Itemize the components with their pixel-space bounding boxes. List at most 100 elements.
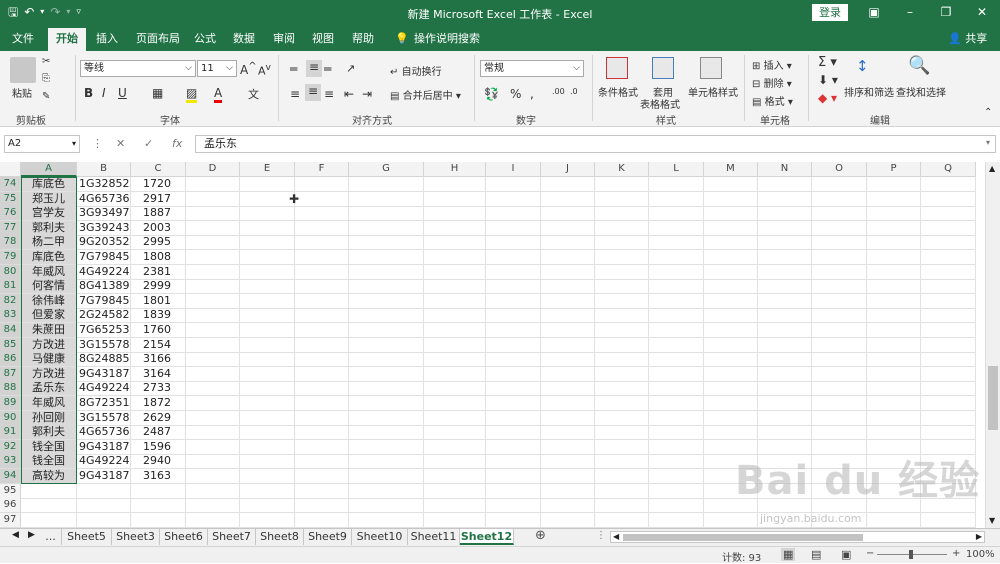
cell-empty[interactable]	[921, 410, 976, 426]
scroll-up-icon[interactable]: ▲	[989, 164, 995, 173]
cell-empty[interactable]	[486, 206, 541, 222]
cell-empty[interactable]	[295, 396, 349, 411]
cell-empty[interactable]	[424, 337, 486, 353]
cell-empty[interactable]	[867, 512, 921, 528]
cell-empty[interactable]	[921, 366, 976, 382]
cell-empty[interactable]	[186, 352, 240, 368]
cell-empty[interactable]	[867, 410, 921, 426]
cell-empty[interactable]	[186, 381, 240, 397]
row-header[interactable]: 81	[0, 279, 21, 295]
cell-value[interactable]: 2733	[131, 381, 186, 397]
cell-empty[interactable]	[541, 454, 595, 470]
cell-empty[interactable]	[486, 191, 541, 207]
cell-empty[interactable]	[867, 293, 921, 309]
align-top-icon[interactable]: ═	[290, 62, 297, 76]
cell-empty[interactable]	[758, 323, 812, 338]
row-header[interactable]: 97	[0, 512, 21, 528]
cell-empty[interactable]	[424, 454, 486, 470]
cell-empty[interactable]	[649, 308, 704, 324]
cell-code[interactable]	[77, 512, 131, 528]
cell-empty[interactable]	[295, 177, 349, 192]
cell-empty[interactable]	[424, 264, 486, 280]
cell-empty[interactable]	[649, 425, 704, 441]
tab-page-layout[interactable]: 页面布局	[136, 31, 180, 46]
row-header[interactable]: 93	[0, 454, 21, 470]
decrease-decimal-icon[interactable]: .0	[570, 87, 578, 96]
cell-empty[interactable]	[349, 498, 424, 514]
cell-name[interactable]	[21, 483, 77, 499]
cell-empty[interactable]	[812, 264, 867, 280]
cell-empty[interactable]	[812, 177, 867, 192]
cell-empty[interactable]	[240, 264, 295, 280]
cell-empty[interactable]	[295, 352, 349, 368]
cell-empty[interactable]	[595, 439, 649, 455]
cell-empty[interactable]	[240, 206, 295, 222]
cell-value[interactable]: 1760	[131, 323, 186, 338]
cell-empty[interactable]	[541, 264, 595, 280]
cell-empty[interactable]	[595, 293, 649, 309]
cell-value[interactable]: 1808	[131, 250, 186, 265]
cell-empty[interactable]	[424, 323, 486, 338]
cell-empty[interactable]	[240, 425, 295, 441]
cell-empty[interactable]	[424, 279, 486, 295]
cell-empty[interactable]	[867, 206, 921, 222]
cell-empty[interactable]	[424, 410, 486, 426]
cell-empty[interactable]	[349, 483, 424, 499]
cell-empty[interactable]	[758, 279, 812, 295]
cancel-icon[interactable]: ✕	[116, 137, 125, 150]
cell-empty[interactable]	[295, 381, 349, 397]
tab-insert[interactable]: 插入	[96, 31, 118, 46]
underline-button[interactable]: U	[118, 86, 127, 100]
cell-empty[interactable]	[758, 396, 812, 411]
cell-empty[interactable]	[486, 177, 541, 192]
cell-empty[interactable]	[186, 264, 240, 280]
cell-empty[interactable]	[541, 191, 595, 207]
comma-icon[interactable]: ,	[530, 87, 534, 101]
cell-empty[interactable]	[812, 337, 867, 353]
cell-empty[interactable]	[758, 235, 812, 251]
sort-filter-button[interactable]: 排序和筛选	[844, 84, 894, 99]
cell-empty[interactable]	[541, 352, 595, 368]
cell-value[interactable]: 1887	[131, 206, 186, 222]
ribbon-display-icon[interactable]: ▣	[864, 4, 884, 20]
cell-empty[interactable]	[921, 279, 976, 295]
cell-empty[interactable]	[704, 191, 758, 207]
cell-empty[interactable]	[349, 235, 424, 251]
cell-empty[interactable]	[186, 425, 240, 441]
cell-empty[interactable]	[649, 293, 704, 309]
align-center-icon[interactable]: ≡	[305, 84, 321, 101]
cell-empty[interactable]	[541, 439, 595, 455]
cell-value[interactable]: 2940	[131, 454, 186, 470]
cell-empty[interactable]	[758, 366, 812, 382]
cell-empty[interactable]	[424, 425, 486, 441]
cell-empty[interactable]	[186, 279, 240, 295]
cell-empty[interactable]	[649, 177, 704, 192]
row-header[interactable]: 86	[0, 352, 21, 368]
scroll-left-icon[interactable]: ◀	[613, 532, 619, 541]
cell-code[interactable]: 3G93497	[77, 206, 131, 222]
cell-empty[interactable]	[295, 425, 349, 441]
name-box[interactable]: A2 ▾	[4, 135, 80, 153]
zoom-slider-thumb[interactable]	[909, 550, 913, 559]
more-sheets-button[interactable]: ...	[40, 529, 62, 545]
cell-empty[interactable]	[541, 220, 595, 236]
cell-empty[interactable]	[295, 264, 349, 280]
cell-empty[interactable]	[595, 498, 649, 514]
column-header-b[interactable]: B	[77, 162, 131, 177]
cell-empty[interactable]	[867, 235, 921, 251]
cell-empty[interactable]	[541, 250, 595, 265]
cell-empty[interactable]	[349, 323, 424, 338]
cell-empty[interactable]	[867, 264, 921, 280]
cell-empty[interactable]	[758, 381, 812, 397]
cell-empty[interactable]	[704, 293, 758, 309]
cell-code[interactable]: 7G79845	[77, 250, 131, 265]
cell-empty[interactable]	[240, 396, 295, 411]
column-header-m[interactable]: M	[704, 162, 758, 177]
cell-empty[interactable]	[486, 308, 541, 324]
column-header-i[interactable]: I	[486, 162, 541, 177]
cell-empty[interactable]	[349, 337, 424, 353]
cell-empty[interactable]	[541, 410, 595, 426]
cell-empty[interactable]	[349, 293, 424, 309]
cell-empty[interactable]	[486, 483, 541, 499]
cell-empty[interactable]	[186, 410, 240, 426]
